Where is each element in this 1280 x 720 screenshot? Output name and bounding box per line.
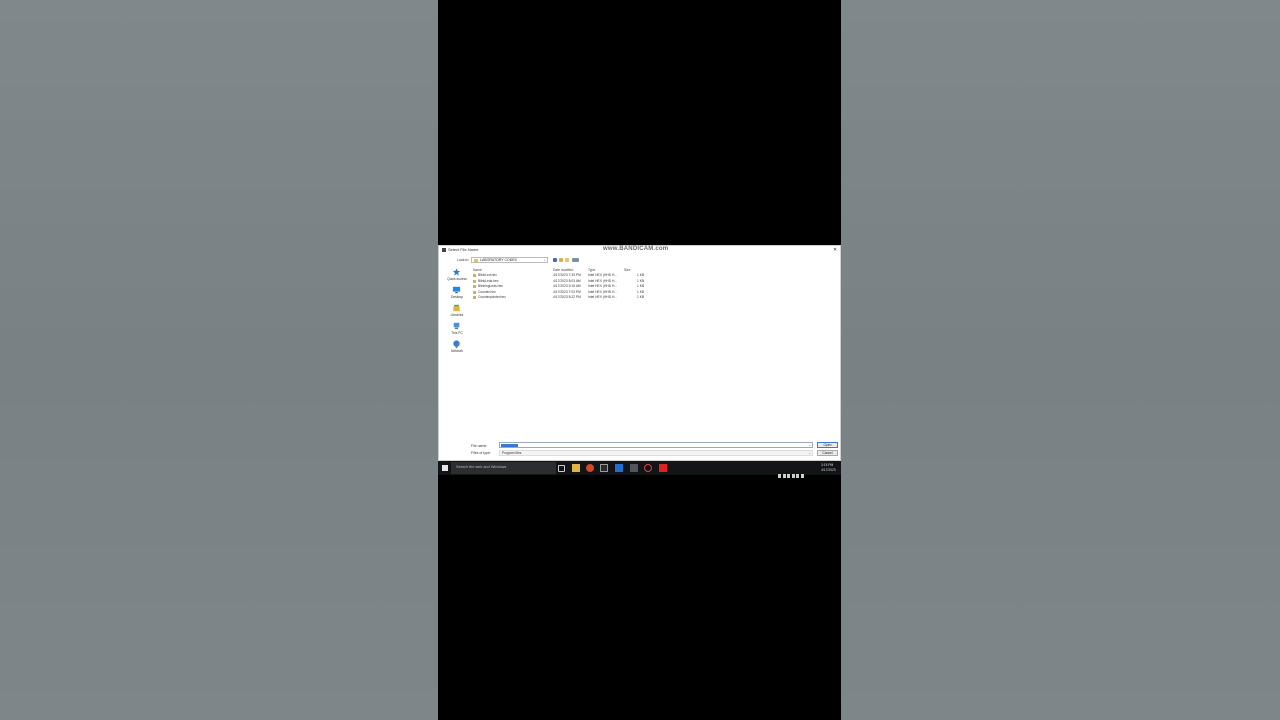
taskbar-search[interactable]: Search the web and Windows bbox=[451, 462, 556, 474]
look-in-dropdown[interactable]: LABORATORY CODES ⌄ bbox=[471, 257, 548, 263]
view-menu-icon[interactable] bbox=[572, 258, 579, 262]
desktop-icon bbox=[452, 286, 461, 294]
chevron-down-icon: ⌄ bbox=[543, 258, 546, 262]
left-background bbox=[0, 0, 438, 720]
windows-start-icon[interactable] bbox=[442, 465, 448, 471]
network-icon bbox=[453, 340, 460, 348]
right-background bbox=[841, 0, 1280, 720]
record-icon[interactable] bbox=[644, 464, 652, 472]
back-icon[interactable] bbox=[553, 258, 557, 262]
star-icon bbox=[452, 268, 461, 276]
app-icon bbox=[442, 248, 446, 252]
file-dialog: Select File Name www.BANDICAM.com ✕ Look… bbox=[438, 245, 841, 461]
file-list[interactable]: Name Date modified Type Size BlinkLed.he… bbox=[471, 265, 839, 441]
desktop-screen: Select File Name www.BANDICAM.com ✕ Look… bbox=[438, 245, 841, 478]
app-icon-gray[interactable] bbox=[630, 464, 638, 472]
file-explorer-icon[interactable] bbox=[572, 464, 580, 472]
app-icon-red[interactable] bbox=[586, 464, 594, 472]
place-quick-access[interactable]: Quick access bbox=[443, 268, 471, 284]
taskbar: Search the web and Windows 3:15 PM 4/17/… bbox=[438, 461, 841, 478]
column-header-type[interactable]: Type bbox=[588, 268, 595, 272]
clock-date[interactable]: 4/17/2023 bbox=[821, 468, 836, 472]
file-row[interactable]: BlinkingLeds.hex 4/17/2023 9:15 AM Intel… bbox=[471, 284, 671, 289]
store-icon[interactable] bbox=[600, 464, 608, 472]
computer-icon bbox=[453, 322, 460, 330]
place-this-pc[interactable]: This PC bbox=[443, 322, 471, 338]
clock-time[interactable]: 3:15 PM bbox=[821, 463, 833, 467]
place-network[interactable]: Network bbox=[443, 340, 471, 356]
hex-file-icon bbox=[473, 285, 476, 288]
look-in-value: LABORATORY CODES bbox=[480, 258, 517, 262]
place-desktop[interactable]: Desktop bbox=[443, 286, 471, 302]
app-icon-active[interactable] bbox=[659, 464, 667, 472]
file-name-label: File name: bbox=[471, 444, 488, 448]
libraries-icon bbox=[453, 304, 460, 312]
file-name-input[interactable]: ⌄ bbox=[499, 442, 813, 448]
new-folder-icon[interactable] bbox=[565, 258, 569, 262]
file-row[interactable]: Counterpointer.hex 4/17/2023 8:22 PM Int… bbox=[471, 295, 671, 300]
hex-file-icon bbox=[473, 280, 476, 283]
column-header-date[interactable]: Date modified bbox=[553, 268, 573, 272]
open-button[interactable]: Open bbox=[817, 442, 838, 448]
close-button[interactable]: ✕ bbox=[833, 247, 837, 253]
recording-watermark: www.BANDICAM.com bbox=[603, 246, 669, 252]
system-tray-icons[interactable] bbox=[778, 465, 820, 478]
places-bar: Quick access Desktop Libraries This PC N… bbox=[443, 265, 471, 360]
column-header-size[interactable]: Size bbox=[624, 268, 630, 272]
file-type-label: Files of type: bbox=[471, 451, 491, 455]
search-placeholder: Search the web and Windows bbox=[456, 465, 507, 469]
look-in-label: Look in: bbox=[457, 258, 470, 262]
column-header-name[interactable]: Name bbox=[473, 268, 482, 272]
cancel-button[interactable]: Cancel bbox=[817, 450, 838, 456]
dialog-titlebar: Select File Name www.BANDICAM.com ✕ bbox=[439, 246, 840, 255]
hex-file-icon bbox=[473, 291, 476, 294]
place-libraries[interactable]: Libraries bbox=[443, 304, 471, 320]
task-view-icon[interactable] bbox=[558, 465, 565, 472]
hex-file-icon bbox=[473, 274, 476, 277]
dialog-title: Select File Name bbox=[448, 247, 479, 252]
selected-text-highlight bbox=[501, 444, 518, 447]
file-row[interactable]: BlinkLed.hex 4/17/2023 7:33 PM Intel HEX… bbox=[471, 273, 671, 278]
up-folder-icon[interactable] bbox=[559, 258, 563, 262]
edge-browser-icon[interactable] bbox=[615, 464, 623, 472]
chevron-down-icon[interactable]: ⌄ bbox=[808, 443, 811, 447]
chevron-down-icon: ⌄ bbox=[808, 451, 811, 455]
hex-file-icon bbox=[473, 296, 476, 299]
file-type-dropdown[interactable]: Program files ⌄ bbox=[499, 450, 813, 456]
folder-icon bbox=[474, 259, 478, 262]
